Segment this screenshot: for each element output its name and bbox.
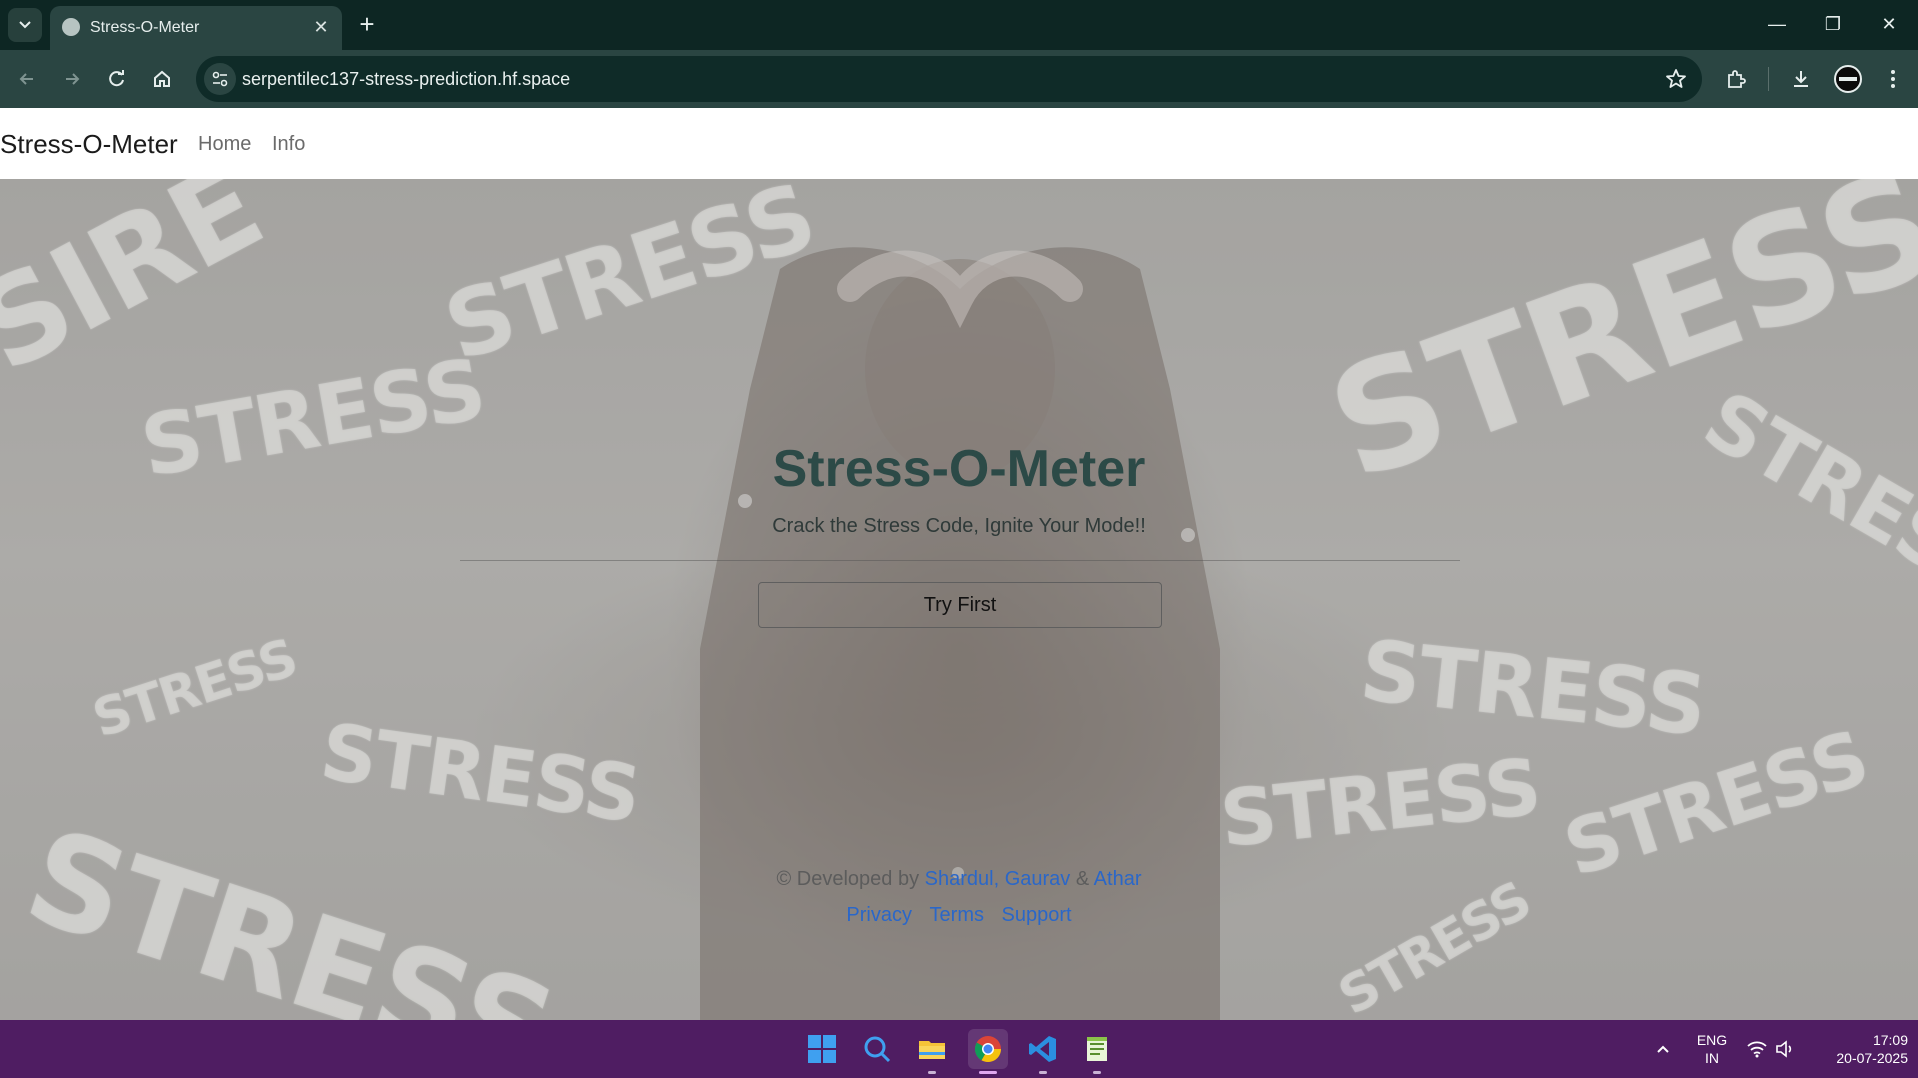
developer-link-2[interactable]: Athar [1094,868,1142,890]
back-button[interactable] [10,62,44,96]
wifi-icon [1747,1041,1767,1058]
chevron-up-icon [1657,1045,1669,1053]
clock-date: 20-07-2025 [1836,1050,1908,1066]
reload-icon [109,70,124,87]
vscode-icon[interactable] [1023,1029,1063,1074]
footer-link-privacy[interactable]: Privacy [846,904,912,926]
footer-credits: © Developed by Shardul, Gaurav & Athar [0,868,1918,891]
footer-ampersand: & [1075,868,1090,890]
tab-title: Stress-O-Meter [90,19,200,36]
folder-icon [919,1041,945,1059]
chrome-icon[interactable] [968,1029,1008,1074]
windows-logo-icon [808,1035,836,1063]
extensions-button[interactable] [1719,62,1753,96]
language-code: ENG [1696,1032,1728,1048]
language-indicator[interactable]: ENG IN [1690,1031,1734,1067]
home-button[interactable] [145,62,179,96]
clock-time: 17:09 [1872,1032,1908,1048]
arrow-right-icon [66,73,80,85]
site-settings-button[interactable] [204,63,236,95]
browser-toolbar: serpentilec137-stress-prediction.hf.spac… [0,50,1918,108]
reload-button[interactable] [100,62,134,96]
notepad-logo-icon [1087,1037,1107,1061]
restore-button[interactable]: ❐ [1810,8,1856,40]
running-indicator [1039,1071,1047,1074]
nav-link-info[interactable]: Info [272,133,305,156]
forward-button[interactable] [55,62,89,96]
browser-menu-button[interactable] [1876,62,1910,96]
site-navbar: Stress-O-Meter Home Info [0,108,1918,180]
address-bar[interactable]: serpentilec137-stress-prediction.hf.spac… [196,56,1702,102]
magnifier-icon [864,1036,891,1063]
chevron-down-icon [19,21,31,29]
language-region: IN [1705,1050,1719,1066]
running-indicator [1093,1071,1101,1074]
windows-start-icon[interactable] [802,1029,842,1069]
chrome-logo-icon [974,1036,1002,1063]
url-text[interactable]: serpentilec137-stress-prediction.hf.spac… [242,69,570,90]
arrow-left-icon [19,73,33,85]
downloads-button[interactable] [1784,62,1818,96]
close-window-button[interactable]: ✕ [1866,8,1912,40]
minimize-button[interactable]: — [1754,8,1800,40]
download-icon [1794,71,1808,87]
try-first-button[interactable]: Try First [758,582,1162,628]
bookmark-star-icon[interactable] [1664,67,1688,91]
volume-button[interactable] [1768,1032,1802,1066]
hero-subtitle: Crack the Stress Code, Ignite Your Mode!… [772,515,1146,537]
hero-divider [460,560,1460,561]
new-tab-button[interactable]: + [352,10,382,40]
footer-link-terms[interactable]: Terms [930,904,984,926]
toolbar-divider [1768,67,1769,91]
navbar-brand[interactable]: Stress-O-Meter [0,129,178,160]
vscode-logo-icon [1029,1036,1056,1062]
kebab-menu-icon [1891,70,1895,88]
tab-search-button[interactable] [8,8,42,42]
search-icon[interactable] [857,1029,897,1069]
running-indicator [928,1071,936,1074]
footer-link-support[interactable]: Support [1002,904,1072,926]
nav-link-home[interactable]: Home [198,133,251,156]
close-tab-icon[interactable]: ✕ [310,16,332,38]
tray-expand-button[interactable] [1646,1032,1680,1066]
browser-tab-strip: Stress-O-Meter ✕ + — ❐ ✕ [0,0,1918,50]
puzzle-icon [1728,70,1746,88]
tune-icon [212,71,228,87]
clock[interactable]: 17:09 20-07-2025 [1812,1031,1908,1067]
hero-section: SIRE STRESS STRESS STRESS STRESS STRESS … [0,179,1918,1020]
speaker-icon [1776,1040,1792,1058]
notepad-icon[interactable] [1077,1029,1117,1074]
footer-credits-prefix: © Developed by [776,868,920,890]
file-explorer-icon[interactable] [912,1029,952,1074]
globe-icon [62,18,80,36]
home-icon [154,70,170,87]
footer-links: Privacy Terms Support [0,904,1918,927]
profile-avatar[interactable] [1834,65,1862,93]
hero-title: Stress-O-Meter [772,440,1146,498]
active-indicator [979,1071,997,1074]
browser-tab-active[interactable]: Stress-O-Meter ✕ [50,6,342,50]
developer-link-1[interactable]: Shardul, Gaurav [925,868,1071,890]
windows-taskbar: ENG IN 17:09 20-07-2025 [0,1020,1918,1078]
